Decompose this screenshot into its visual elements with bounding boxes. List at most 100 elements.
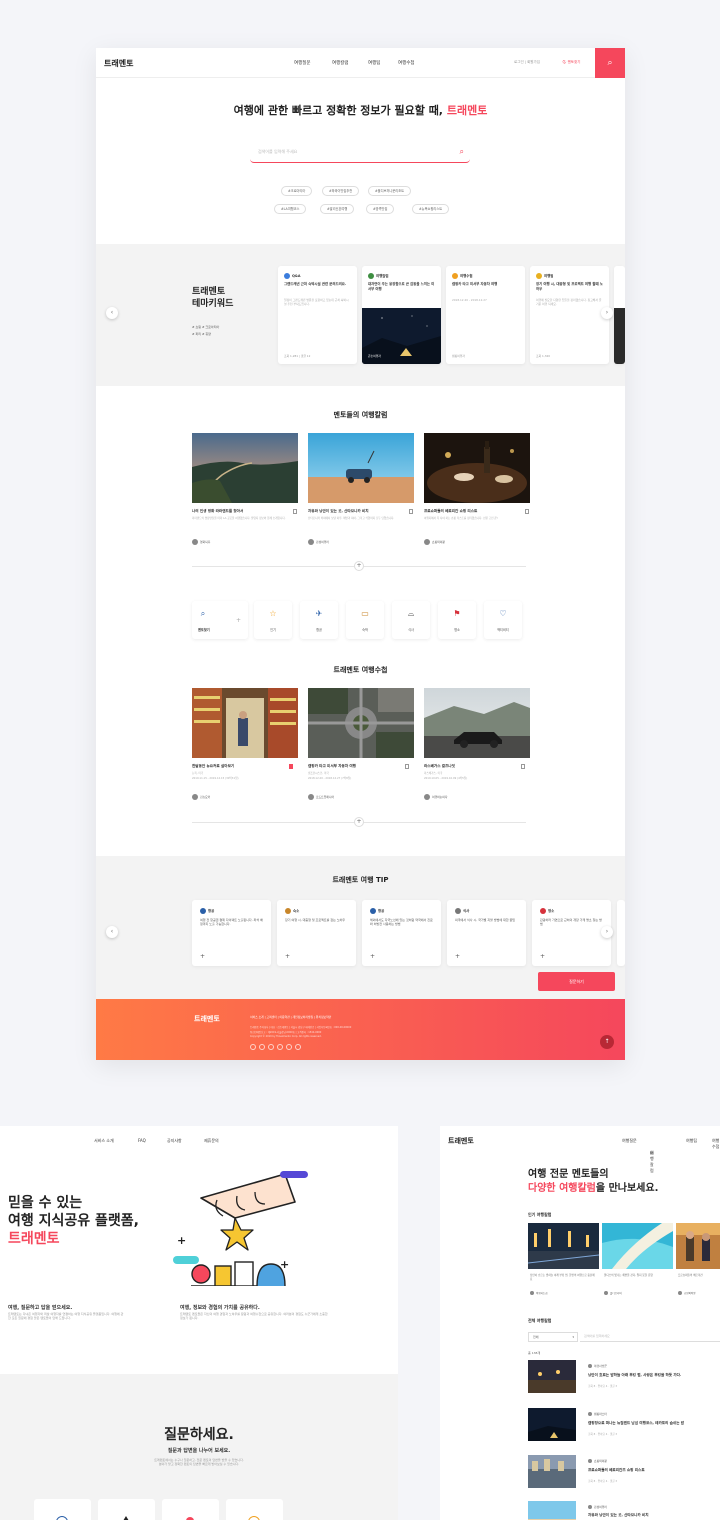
column-title[interactable]: 자유와 낭만이 있는 곳, 산타모니카 비치 [308,509,408,514]
nav-service-intro[interactable]: 서비스 소개 [94,1138,114,1144]
popular-thumb-night-street[interactable] [528,1223,599,1269]
keyword-card[interactable]: 여행팁 장기 여행 시, 대중형 및 프로젝트 여행 할때 노하우 여행에 필요… [530,266,609,364]
tip-card[interactable]: 식사 외국에서 식사 시, 국가별 지불 방법에 대한 꿀팁 + [447,900,526,966]
kakao-icon[interactable] [286,1044,292,1050]
keyword-tags-line1[interactable]: # 쇼핑 # 크로아티아 [192,324,219,331]
hero-title: 여행에 관한 빠르고 정확한 정보가 필요할 때, 트래멘토 [96,102,625,118]
column-search-input[interactable]: 검색어를 입력하세요 [580,1332,720,1342]
nav-partnership[interactable]: 제휴문의 [204,1138,219,1144]
tip-card[interactable]: 항공 여행 전 항공권 결제 다이렉트 노출됩니다. 좌석 배정까지 노출 가능합… [192,900,271,966]
bookmark-icon[interactable] [293,509,297,514]
category-label: 액티비티 [497,628,509,632]
tag-chip[interactable]: #뉴욕쇼핑리스트 [412,204,450,214]
column-thumb-beach-car[interactable] [308,433,414,503]
bookmark-icon[interactable] [405,764,409,769]
note-title[interactable]: 한달동안 뉴요커로 살아보기 [192,764,292,769]
card-title: 캠핑카 타고 미서부 자동차 여행 [452,282,498,286]
plus-icon[interactable]: + [455,953,460,960]
note-thumb-convertible[interactable] [424,688,530,758]
twitter-icon[interactable] [295,1044,301,1050]
sort-select[interactable]: 전체 ▾ [528,1332,578,1342]
nav-notes[interactable]: 여행수첩 [398,60,415,66]
note-thumb-grocery[interactable] [192,688,298,758]
bookmark-icon[interactable] [521,764,525,769]
category-popular[interactable]: ☆ 인기 [254,601,292,639]
category-activity[interactable]: ♡ 액티비티 [484,601,522,639]
find-mento-link[interactable]: ⛑ 멘토찾기 [562,60,580,65]
login-signup-link[interactable]: 로그인 | 회원가입 [514,60,540,65]
tag-chip[interactable]: #LA여행코스 [274,204,307,214]
tips-prev-button[interactable]: ‹ [106,926,118,938]
search-icon[interactable]: ⌕ [460,147,464,157]
category-sights[interactable]: ⚑ 명소 [438,601,476,639]
nav-notes[interactable]: 여행수첩 [712,1138,720,1150]
tag-chip[interactable]: #몰디브허니문리조트 [368,186,412,196]
tag-chip[interactable]: #발리신혼여행 [320,204,355,214]
tag-chip[interactable]: #방콕맛집 [366,204,395,214]
tag-chip[interactable]: #크로아티아 [281,186,313,196]
scroll-top-button[interactable]: ↑ [600,1035,614,1049]
more-columns-button[interactable]: + [354,561,364,571]
category-find-mento[interactable]: ⌕ 멘토찾기 + [192,601,248,639]
logo[interactable]: 트래멘토 [104,58,133,69]
youtube-icon[interactable] [277,1044,283,1050]
bookmark-icon-active[interactable] [289,764,293,769]
facebook-icon[interactable] [250,1044,256,1050]
tip-card[interactable]: 명소 관광하러 가면으로 근처의 개장 가게 명소 찾는 방법 + [532,900,611,966]
main-search-input[interactable]: 검색어를 입력해 주세요 ⌕ [250,145,470,163]
list-title[interactable]: 자유와 낭만이 있는 곳, 산타모니카 비치 [588,1513,649,1518]
nav-questions[interactable]: 여행질문 [294,60,311,66]
logo[interactable]: 트래멘토 [448,1136,474,1146]
category-flight[interactable]: ✈ 항공 [300,601,338,639]
popular-thumb-shopping[interactable] [676,1223,720,1269]
carousel-next-button[interactable]: › [601,307,613,319]
column-thumb-dinner[interactable] [424,433,530,503]
column-thumb-coast-road[interactable] [192,433,298,503]
nav-notice[interactable]: 공지사항 [167,1138,182,1144]
plus-icon[interactable]: + [540,953,545,960]
blog-icon[interactable] [268,1044,274,1050]
popular-thumb-maldives[interactable] [602,1223,673,1269]
plus-icon[interactable]: + [285,953,290,960]
nav-columns[interactable]: 여행칼럼 [332,60,349,66]
list-thumb-camp[interactable] [528,1408,576,1441]
footer-logo[interactable]: 트래멘토 [194,1014,220,1024]
tips-next-button[interactable]: › [601,926,613,938]
nav-questions[interactable]: 여행질문 [622,1138,637,1144]
list-title[interactable]: 캠핑장으로 떠나는 뉴질랜드 남섬 여행코스, 테카포의 숨쉬는 밤 [588,1421,684,1426]
tip-card[interactable]: 숙소 장기 여행 시, 대중형 및 프로젝트를 잡는 노하우 + [277,900,356,966]
footer-links[interactable]: 서비스 소개 | 고객센터 | 이용약관 | 개인정보처리방침 | 위치정보약관 [250,1015,331,1019]
keyword-tags-line2[interactable]: # 파리 # 휴양 [192,331,219,338]
note-thumb-roundabout[interactable] [308,688,414,758]
tip-card[interactable]: 항공 해외에서도 자국노선에 있는 것처럼 약국에서 진료와 처방전 사용하는 방… [362,900,441,966]
more-notes-button[interactable]: + [354,817,364,827]
list-thumb-beach[interactable] [528,1501,576,1520]
nav-faq[interactable]: FAQ [138,1138,146,1143]
keyword-card[interactable]: 여행수첩 캠핑카 타고 미서부 자동차 여행 2018.12.20 - 2018… [446,266,525,364]
ask-question-button[interactable]: 질문하기 [538,972,615,991]
header-search-button[interactable]: ⌕ [595,48,625,78]
plus-icon[interactable]: + [200,953,205,960]
column-title[interactable]: 프로쇼퍼들의 베르리칸 쇼핑 리스트 [424,509,524,514]
category-meal[interactable]: ⌓ 식사 [392,601,430,639]
instagram-icon[interactable] [259,1044,265,1050]
note-title[interactable]: 캠핑카 타고 미서부 자동차 여행 [308,764,408,769]
nav-tips[interactable]: 여행팁 [686,1138,697,1144]
list-thumb-market[interactable] [528,1455,576,1488]
nav-tips[interactable]: 여행팁 [368,60,380,66]
ask-section-subtitle: 질문과 답변을 나누어 보세요. [167,1448,231,1454]
bookmark-icon[interactable] [525,509,529,514]
list-title[interactable]: 낭만이 흐르는 밤하늘 아래 부킹 펍, 사랑은 부킹을 하듯 가다. [588,1373,681,1378]
keyword-card[interactable]: Q&A 그랜드캐년 근처 숙박시설 관련 문의드려요. 일정이 그랜드캐년 방문… [278,266,357,364]
keyword-card[interactable]: 여행칼럼 대자연이 주는 웅장함으로 큰 감동을 느끼는 미서부 여행 큰손여행… [362,266,441,364]
list-title[interactable]: 프로쇼퍼들의 베르리칸즈 쇼핑 리스트 [588,1468,645,1473]
note-title[interactable]: 라스베가스 걸즈나잇 [424,764,524,769]
tag-chip[interactable]: #하와이맛집추천 [322,186,360,196]
ask-section: 질문하세요. 질문과 답변을 나누어 보세요. 트래멘토에서는 누구나 질문하고… [0,1374,398,1520]
category-stay[interactable]: ▭ 숙박 [346,601,384,639]
list-thumb-night[interactable] [528,1360,576,1393]
carousel-prev-button[interactable]: ‹ [106,307,118,319]
plus-icon[interactable]: + [370,953,375,960]
column-title[interactable]: 나의 인생 명화 라라랜드를 찾아서 [192,509,292,514]
bookmark-icon[interactable] [409,509,413,514]
